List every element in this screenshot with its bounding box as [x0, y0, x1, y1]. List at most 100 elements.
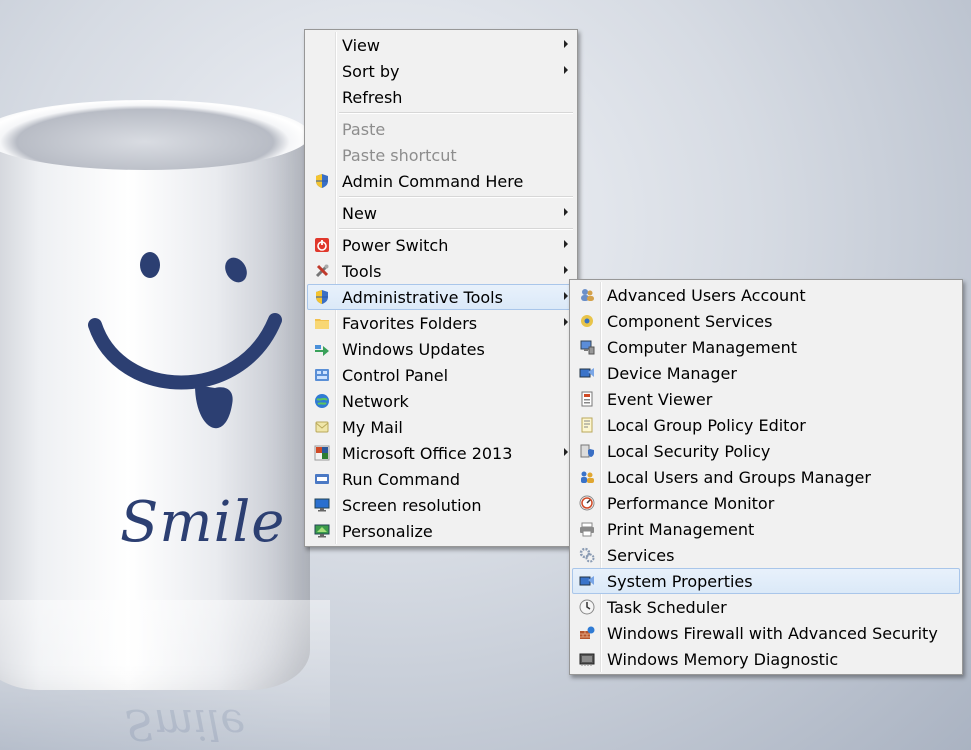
cup-text: Smile [120, 490, 286, 555]
menu-item-personalize[interactable]: Personalize [307, 518, 575, 544]
admin-item-local-users-and-groups-manager[interactable]: Local Users and Groups Manager [572, 464, 960, 490]
firewall-icon [579, 625, 595, 641]
menu-item-view[interactable]: View [307, 32, 575, 58]
uac-shield-icon [314, 173, 330, 189]
admin-item-computer-management[interactable]: Computer Management [572, 334, 960, 360]
menu-item-my-mail[interactable]: My Mail [307, 414, 575, 440]
menu-item-label: Sort by [342, 61, 400, 81]
menu-item-label: Run Command [342, 469, 460, 489]
admin-item-performance-monitor[interactable]: Performance Monitor [572, 490, 960, 516]
menu-item-label: New [342, 203, 377, 223]
menu-item-label: Computer Management [607, 337, 798, 357]
clock-icon [579, 599, 595, 615]
menu-item-label: Event Viewer [607, 389, 713, 409]
admin-item-services[interactable]: Services [572, 542, 960, 568]
menu-item-label: View [342, 35, 380, 55]
submenu-arrow-icon [564, 208, 568, 216]
desktop-context-menu: View Sort by Refresh Paste Paste shortcut Adm… [304, 29, 578, 547]
submenu-arrow-icon [564, 40, 568, 48]
performance-monitor-icon [579, 495, 595, 511]
menu-item-label: Windows Memory Diagnostic [607, 649, 839, 669]
security-policy-icon [579, 443, 595, 459]
run-icon [314, 471, 330, 487]
cup-text-reflection: Smile [125, 700, 246, 749]
tools-icon [314, 263, 330, 279]
menu-item-power-switch[interactable]: Power Switch [307, 232, 575, 258]
uac-shield-icon [314, 289, 330, 305]
menu-item-label: Refresh [342, 87, 403, 107]
admin-item-windows-memory-diagnostic[interactable]: Windows Memory Diagnostic [572, 646, 960, 672]
menu-item-label: Component Services [607, 311, 773, 331]
menu-item-admin-command-here[interactable]: Admin Command Here [307, 168, 575, 194]
submenu-arrow-icon [564, 318, 568, 326]
event-viewer-icon [579, 391, 595, 407]
network-icon [314, 393, 330, 409]
menu-item-sort-by[interactable]: Sort by [307, 58, 575, 84]
menu-item-screen-resolution[interactable]: Screen resolution [307, 492, 575, 518]
menu-separator [339, 228, 573, 230]
menu-item-label: Favorites Folders [342, 313, 478, 333]
menu-item-label: Device Manager [607, 363, 737, 383]
power-icon [314, 237, 330, 253]
submenu-arrow-icon [564, 240, 568, 248]
admin-item-local-group-policy-editor[interactable]: Local Group Policy Editor [572, 412, 960, 438]
control-panel-icon [314, 367, 330, 383]
admin-item-local-security-policy[interactable]: Local Security Policy [572, 438, 960, 464]
services-gear-icon [579, 547, 595, 563]
menu-item-refresh[interactable]: Refresh [307, 84, 575, 110]
menu-item-network[interactable]: Network [307, 388, 575, 414]
menu-item-label: Paste shortcut [342, 145, 457, 165]
menu-item-control-panel[interactable]: Control Panel [307, 362, 575, 388]
system-properties-icon [579, 573, 595, 589]
admin-item-print-management[interactable]: Print Management [572, 516, 960, 542]
menu-item-label: Windows Updates [342, 339, 485, 359]
submenu-arrow-icon [564, 66, 568, 74]
personalize-icon [314, 523, 330, 539]
menu-item-label: My Mail [342, 417, 403, 437]
administrative-tools-submenu: Advanced Users Account Component Services… [569, 279, 963, 675]
admin-item-system-properties[interactable]: System Properties [572, 568, 960, 594]
menu-item-favorites-folders[interactable]: Favorites Folders [307, 310, 575, 336]
menu-item-label: Advanced Users Account [607, 285, 806, 305]
menu-item-label: Power Switch [342, 235, 449, 255]
menu-item-paste-shortcut: Paste shortcut [307, 142, 575, 168]
menu-separator [339, 196, 573, 198]
menu-item-label: Local Group Policy Editor [607, 415, 806, 435]
office-icon [314, 445, 330, 461]
menu-item-windows-updates[interactable]: Windows Updates [307, 336, 575, 362]
device-manager-icon [579, 365, 595, 381]
menu-item-label: Task Scheduler [607, 597, 727, 617]
admin-item-windows-firewall-with-advanced-security[interactable]: Windows Firewall with Advanced Security [572, 620, 960, 646]
menu-item-label: Tools [342, 261, 382, 281]
menu-item-microsoft-office-2013[interactable]: Microsoft Office 2013 [307, 440, 575, 466]
menu-item-label: System Properties [607, 571, 753, 591]
menu-item-paste: Paste [307, 116, 575, 142]
menu-separator [339, 112, 573, 114]
component-services-icon [579, 313, 595, 329]
menu-item-label: Performance Monitor [607, 493, 775, 513]
admin-item-device-manager[interactable]: Device Manager [572, 360, 960, 386]
windows-update-icon [314, 341, 330, 357]
menu-item-run-command[interactable]: Run Command [307, 466, 575, 492]
menu-item-label: Administrative Tools [342, 287, 503, 307]
admin-item-component-services[interactable]: Component Services [572, 308, 960, 334]
memory-chip-icon [579, 651, 595, 667]
policy-editor-icon [579, 417, 595, 433]
menu-item-label: Local Security Policy [607, 441, 771, 461]
submenu-arrow-icon [564, 266, 568, 274]
admin-item-task-scheduler[interactable]: Task Scheduler [572, 594, 960, 620]
admin-item-advanced-users-account[interactable]: Advanced Users Account [572, 282, 960, 308]
menu-item-label: Control Panel [342, 365, 449, 385]
menu-item-label: Network [342, 391, 409, 411]
submenu-arrow-icon [564, 292, 568, 300]
users-icon [579, 287, 595, 303]
menu-item-label: Print Management [607, 519, 755, 539]
menu-item-label: Services [607, 545, 675, 565]
users-groups-icon [579, 469, 595, 485]
menu-item-tools[interactable]: Tools [307, 258, 575, 284]
menu-item-new[interactable]: New [307, 200, 575, 226]
menu-item-administrative-tools[interactable]: Administrative Tools [307, 284, 575, 310]
admin-item-event-viewer[interactable]: Event Viewer [572, 386, 960, 412]
menu-item-label: Screen resolution [342, 495, 482, 515]
submenu-arrow-icon [564, 448, 568, 456]
